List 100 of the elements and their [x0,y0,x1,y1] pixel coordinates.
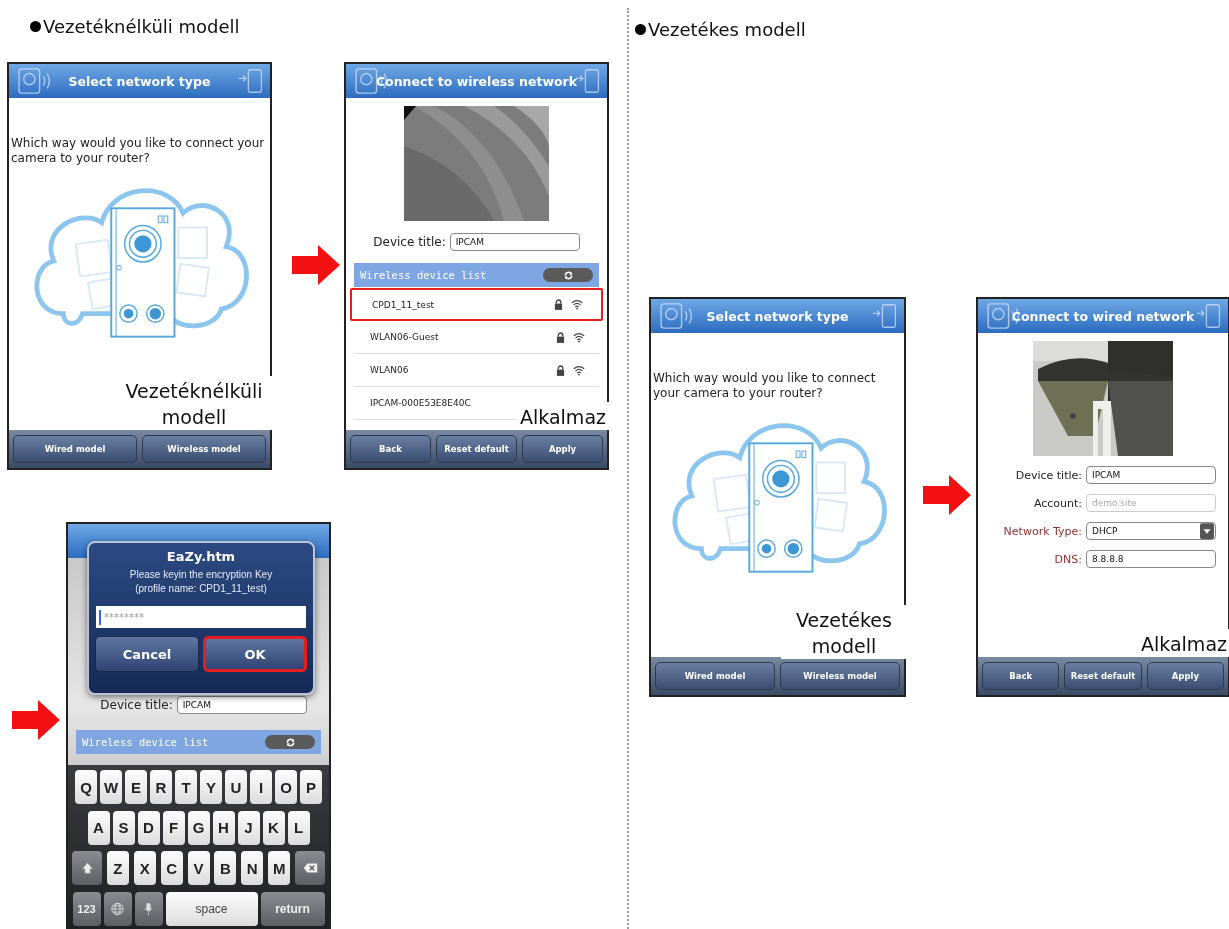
keyboard-key[interactable]: B [214,851,237,886]
refresh-icon [284,736,296,748]
keyboard-key[interactable]: M [268,851,291,886]
keyboard-key[interactable]: Y [200,770,222,804]
keyboard-key[interactable]: P [300,770,322,804]
keyboard-key[interactable]: N [241,851,264,886]
input-field[interactable]: IPCAM [1086,466,1216,484]
footer-button[interactable]: Apply [522,435,603,463]
device-title-field[interactable]: IPCAM [449,233,580,251]
footer-button[interactable]: Reset default [1064,662,1142,690]
footer-button[interactable]: Wireless model [142,435,266,463]
keyboard-key[interactable]: F [162,810,185,845]
field-label: Account: [1032,496,1082,510]
return-key[interactable]: return [260,891,325,926]
list-title: Wireless device list [82,736,209,748]
globe-icon [110,901,125,916]
numbers-key[interactable]: 123 [72,891,101,926]
keyboard-key[interactable]: H [212,810,235,845]
keyboard-key[interactable]: D [137,810,160,845]
backspace-key[interactable] [295,851,325,886]
section-heading: Vezetékes modell [648,18,806,40]
backspace-icon [302,861,318,876]
microphone-key[interactable] [134,891,163,926]
keyboard-key[interactable]: Q [75,770,97,804]
shift-key[interactable] [72,851,102,886]
footer-button[interactable]: Wired model [655,662,775,690]
network-row[interactable]: WLAN06-Guest [354,321,599,354]
field-label: Device title: [373,235,446,249]
right-arrow-icon [292,245,340,285]
footer-button[interactable]: Back [982,662,1060,690]
network-type-dropdown[interactable]: DHCP [1086,522,1216,540]
bullet-icon [635,23,646,35]
field-label: DNS: [1053,552,1082,566]
dialog-title: EaZy.htm [166,549,236,564]
question-text: Which way would you like to connect your camera to your router? [653,371,877,401]
keyboard-key[interactable]: K [262,810,285,845]
keyboard-key[interactable]: Z [106,851,129,886]
network-name: IPCAM-000E53E8E40C [370,398,472,408]
keyboard-key[interactable]: U [225,770,247,804]
space-key[interactable]: space [165,891,258,926]
question-text: Which way would you like to connect your camera to your router? [11,136,266,166]
refresh-icon [562,269,574,281]
footer-button[interactable]: Wired model [13,435,137,463]
phone-icon [1196,302,1222,330]
dropdown-icon [1200,523,1214,539]
microphone-icon [141,901,156,916]
refresh-button[interactable] [543,268,593,282]
keyboard-key[interactable]: T [175,770,197,804]
keyboard-key[interactable]: A [87,810,110,845]
keyboard-key[interactable]: X [133,851,156,886]
network-name: CPD1_11_test [372,299,436,310]
phone-icon [238,67,264,95]
field-label: Device title: [100,698,173,712]
phone-icon [575,67,601,95]
screen-title: Connect to wired network [1011,308,1195,324]
screen-title: Connect to wireless network [375,73,578,89]
footer-button[interactable]: Wireless model [780,662,900,690]
dialog-message: Please keyin the encryption Key [129,568,273,582]
footer-button[interactable]: Apply [1146,662,1224,690]
keyboard-key[interactable]: J [237,810,260,845]
field-label: Network Type: [1002,524,1082,538]
bullet-icon [30,20,41,32]
screen-title: Select network type [706,308,849,324]
keyboard-key[interactable]: S [112,810,135,845]
keyboard-key[interactable]: W [100,770,122,804]
dialog-button[interactable]: Cancel [95,636,199,672]
network-row[interactable]: CPD1_11_test [350,288,603,321]
wifi-icon [571,299,583,310]
keyboard-key[interactable]: R [150,770,172,804]
keyboard-key[interactable]: V [187,851,210,886]
keyboard-key[interactable]: E [125,770,147,804]
keyboard-key[interactable]: C [160,851,183,886]
right-arrow-icon [923,475,971,515]
list-title: Wireless device list [360,269,487,281]
footer-button[interactable]: Reset default [436,435,517,463]
camera-icon [659,302,693,330]
network-name: WLAN06 [370,365,410,375]
shift-icon [79,861,95,876]
network-name: WLAN06-Guest [370,332,440,342]
field-label: Device title: [1014,468,1082,482]
caption-tooltip: Alkalmaz [516,402,610,430]
network-row[interactable]: WLAN06 [354,354,599,387]
wifi-icon [573,331,585,343]
keyboard-key[interactable]: O [275,770,297,804]
dialog-button[interactable]: OK [203,636,307,672]
keyboard-key[interactable]: I [250,770,272,804]
wifi-icon [573,364,585,376]
footer-button[interactable]: Back [350,435,431,463]
device-title-field[interactable]: IPCAM [176,696,307,714]
refresh-button[interactable] [265,735,315,749]
camera-icon [17,67,51,95]
dialog-message: (profile name: CPD1_11_test) [135,582,267,596]
keyboard-key[interactable]: L [287,810,310,845]
phone-icon [872,302,898,330]
globe-key[interactable] [103,891,132,926]
input-field[interactable]: 8.8.8.8 [1086,550,1216,568]
screen-title: Select network type [68,73,211,89]
keyboard-key[interactable]: G [187,810,210,845]
section-heading: Vezetéknélküli modell [43,15,240,37]
right-arrow-icon [12,700,60,740]
